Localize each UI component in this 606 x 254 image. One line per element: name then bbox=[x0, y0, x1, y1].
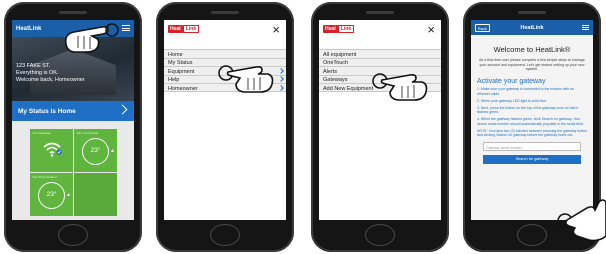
setup-step: 1. Make sure your gateway is connected t… bbox=[477, 87, 575, 96]
welcome-message: Welcome back, Homeowner bbox=[16, 77, 85, 83]
menu-header: Heat Link × bbox=[319, 20, 441, 40]
pointing-hand-icon bbox=[64, 23, 119, 53]
welcome-screen: Back HeatLink Welcome to HeatLink® As a … bbox=[471, 20, 593, 220]
phone-home-button bbox=[58, 224, 88, 246]
phone-speaker bbox=[211, 11, 239, 14]
close-icon[interactable]: × bbox=[272, 23, 280, 36]
menu-header: Heat Link × bbox=[164, 20, 286, 40]
setup-step: 3. Next, press the button on the top of … bbox=[477, 105, 579, 115]
pointing-hand-icon bbox=[372, 73, 428, 101]
temperature-dial: 23° bbox=[82, 138, 109, 165]
heatlink-logo: Heat Link bbox=[168, 25, 200, 34]
tile-label: Your Gateway bbox=[32, 131, 51, 135]
home-address: 123 FAKE ST. Everything is OK. Welcome b… bbox=[16, 63, 106, 84]
phone-equipment-menu: Heat Link × All equipment OneTouch Alerts Ga… bbox=[311, 2, 449, 252]
main-menu-screen: Heat Link × Home My Status Equipment Help Hom… bbox=[164, 20, 286, 220]
setup-note: NOTE: You have two (2) minutes between p… bbox=[477, 128, 587, 137]
setup-content: Welcome to HeatLink® As a first-time use… bbox=[471, 35, 593, 220]
address-line: 123 FAKE ST. bbox=[16, 63, 51, 69]
status-message: Everything is OK. bbox=[16, 70, 59, 76]
intro-text: As a first-time user please complete a f… bbox=[479, 58, 585, 72]
temperature-dial: 23° bbox=[38, 182, 65, 209]
phone-home-button bbox=[365, 224, 395, 246]
pointing-hand-icon bbox=[557, 199, 606, 242]
phone-home-button bbox=[517, 224, 547, 246]
phone-home-button bbox=[210, 224, 240, 246]
thermostat-2-tile[interactable]: Your Thermostat 2 23° ▴ bbox=[30, 173, 73, 216]
empty-tile bbox=[74, 173, 117, 216]
equipment-menu-screen: Heat Link × All equipment OneTouch Alerts Ga… bbox=[319, 20, 441, 220]
search-gateway-button[interactable]: Search for gateway bbox=[483, 155, 581, 165]
heatlink-logo: Heat Link bbox=[323, 25, 355, 34]
status-label: My Status is Home bbox=[18, 108, 76, 115]
wifi-icon bbox=[43, 142, 62, 157]
equipment-tiles: Your Gateway Your Thermostat 23° ▴ Your … bbox=[12, 121, 134, 220]
tile-label: Your Thermostat 2 bbox=[32, 175, 57, 179]
setup-step: 4. When the gateway flashes green, click… bbox=[477, 117, 584, 126]
menu-item-all-equipment[interactable]: All equipment bbox=[319, 49, 441, 58]
pointing-hand-icon bbox=[218, 65, 274, 93]
app-header: Back HeatLink bbox=[471, 20, 593, 35]
close-icon[interactable]: × bbox=[427, 23, 435, 36]
gateway-tile[interactable]: Your Gateway bbox=[30, 129, 73, 172]
flame-icon: ▴ bbox=[110, 148, 114, 154]
brand-title: HeatLink bbox=[16, 26, 42, 32]
thermostat-tile[interactable]: Your Thermostat 23° ▴ bbox=[74, 129, 117, 172]
setup-step: 2. When your gateway LED light is solid … bbox=[477, 98, 548, 103]
chevron-right-icon bbox=[117, 104, 128, 115]
phone-main-menu: Heat Link × Home My Status Equipment Help Hom… bbox=[156, 2, 294, 252]
gateway-serial-input[interactable]: Gateway serial number bbox=[483, 142, 581, 152]
phone-speaker bbox=[518, 11, 546, 14]
welcome-heading: Welcome to HeatLink® bbox=[493, 45, 571, 54]
chevron-right-icon bbox=[278, 84, 284, 91]
tile-label: Your Thermostat bbox=[76, 131, 99, 135]
phone-speaker bbox=[59, 11, 87, 14]
activate-heading: Activate your gateway bbox=[477, 77, 546, 85]
chevron-right-icon bbox=[278, 76, 284, 82]
menu-item-label: Add New Equipment bbox=[323, 85, 374, 92]
menu-item-label: Homeowner bbox=[168, 85, 198, 92]
hamburger-menu-icon[interactable] bbox=[582, 25, 589, 30]
phone-speaker bbox=[366, 11, 394, 14]
brand-title: HeatLink bbox=[520, 25, 544, 31]
flame-icon: ▴ bbox=[66, 192, 70, 198]
my-status-button[interactable]: My Status is Home bbox=[12, 101, 134, 121]
tutorial-strip: HeatLink 123 FAKE ST. Everything is OK. … bbox=[0, 0, 606, 254]
chevron-right-icon bbox=[278, 67, 284, 74]
